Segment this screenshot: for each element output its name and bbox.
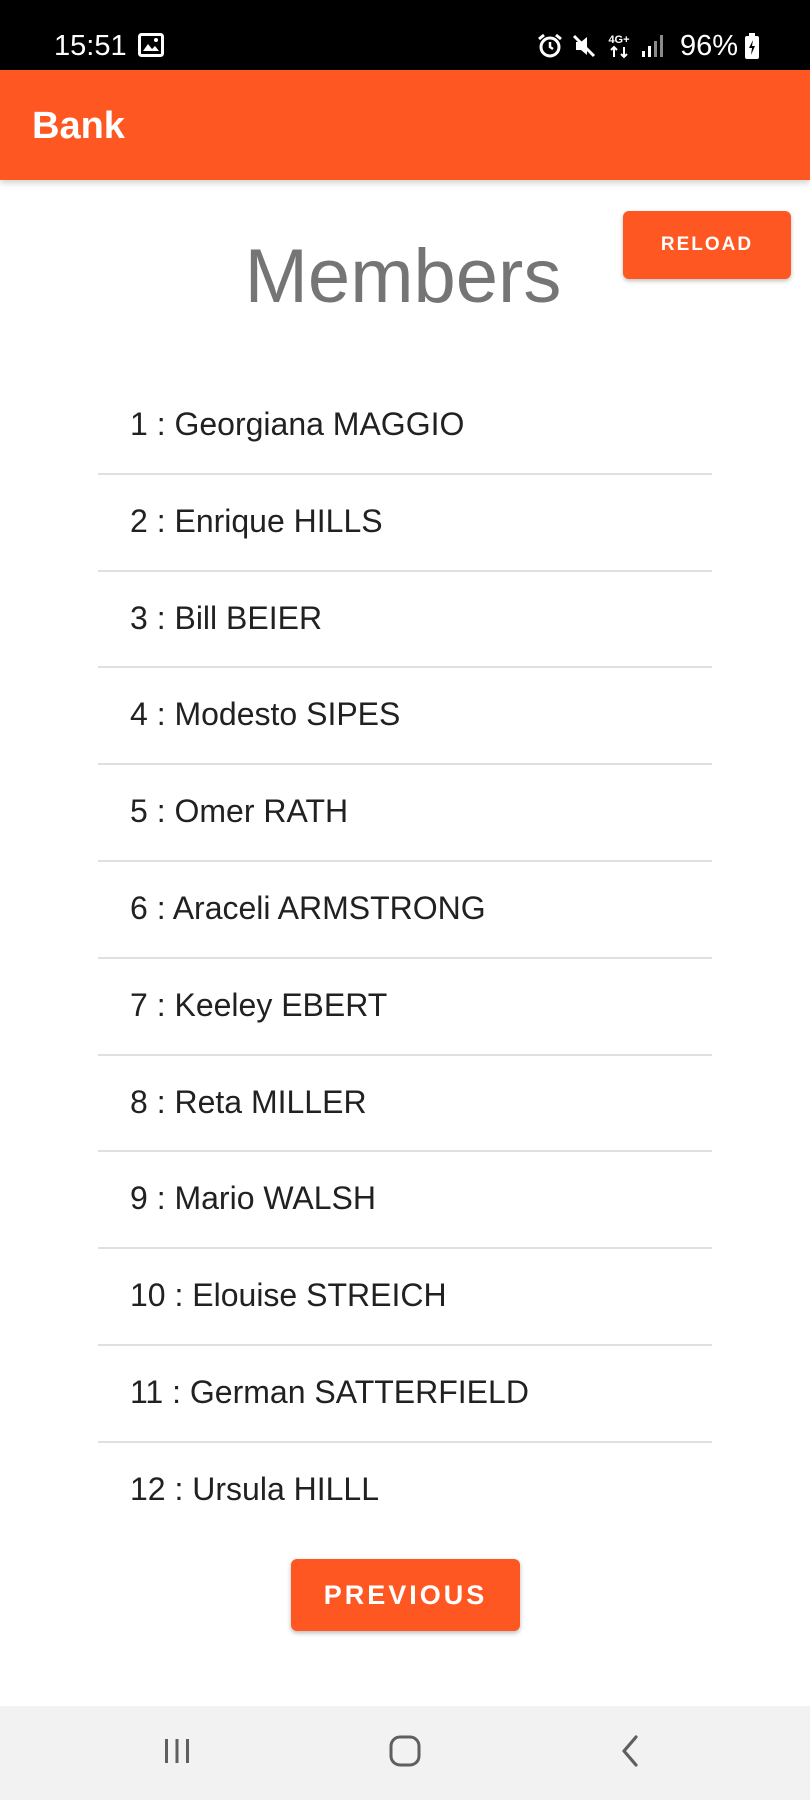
list-item[interactable]: 5 : Omer RATH [98,765,712,862]
list-item[interactable]: 3 : Bill BEIER [98,572,712,669]
mute-icon [570,32,598,60]
member-list: 1 : Georgiana MAGGIO 2 : Enrique HILLS 3… [98,378,712,1540]
member-label: 9 : Mario WALSH [130,1180,376,1217]
back-icon [618,1733,642,1774]
alarm-icon [536,32,564,60]
list-item[interactable]: 2 : Enrique HILLS [98,475,712,572]
member-label: 4 : Modesto SIPES [130,696,401,733]
home-icon [387,1733,423,1774]
battery-percent: 96% [679,30,738,62]
member-label: 10 : Elouise STREICH [130,1277,447,1314]
battery-charging-icon [744,32,760,60]
member-label: 2 : Enrique HILLS [130,502,383,539]
signal-icon [640,33,666,59]
page-title: Members [244,234,562,319]
member-label: 1 : Georgiana MAGGIO [130,406,465,442]
member-label: 6 : Araceli ARMSTRONG [130,889,486,926]
previous-button[interactable]: PREVIOUS [291,1559,520,1631]
app-bar: Bank [0,70,810,180]
status-icons: 4G+ 96% [536,28,760,64]
list-item[interactable]: 7 : Keeley EBERT [98,959,712,1056]
app-title: Bank [32,105,125,147]
data-4g-icon: 4G+ [604,31,634,61]
gallery-icon [138,33,164,57]
status-bar: 15:51 4G+ 96% [0,0,810,70]
recents-icon [160,1736,194,1771]
network-label: 4G+ [608,34,629,46]
list-item[interactable]: 6 : Araceli ARMSTRONG [98,862,712,959]
status-time: 15:51 [54,30,127,62]
recents-button[interactable] [117,1706,237,1800]
member-label: 12 : Ursula HILLL [130,1470,380,1507]
member-label: 5 : Omer RATH [130,793,349,830]
screen: 15:51 4G+ 96% Bank RELOAD Members 1: Ge… [0,0,810,1800]
member-label: 3 : Bill BEIER [130,599,323,636]
list-item[interactable]: 8 : Reta MILLER [98,1056,712,1153]
list-item[interactable]: 10 : Elouise STREICH [98,1249,712,1346]
system-nav-bar [0,1706,810,1800]
member-label: 7 : Keeley EBERT [130,986,388,1023]
home-button[interactable] [345,1706,465,1800]
back-button[interactable] [570,1706,690,1800]
member-label: 8 : Reta MILLER [130,1083,367,1120]
list-item[interactable]: 4 : Modesto SIPES [98,668,712,766]
member-label: 11 : German SATTERFIELD [130,1373,529,1410]
list-item[interactable]: 1 : Georgiana MAGGIO [98,378,712,475]
list-item[interactable]: 9 : Mario WALSH [98,1152,712,1250]
list-item[interactable]: 12 : Ursula HILLL [98,1443,712,1540]
list-item[interactable]: 11 : German SATTERFIELD [98,1346,712,1443]
